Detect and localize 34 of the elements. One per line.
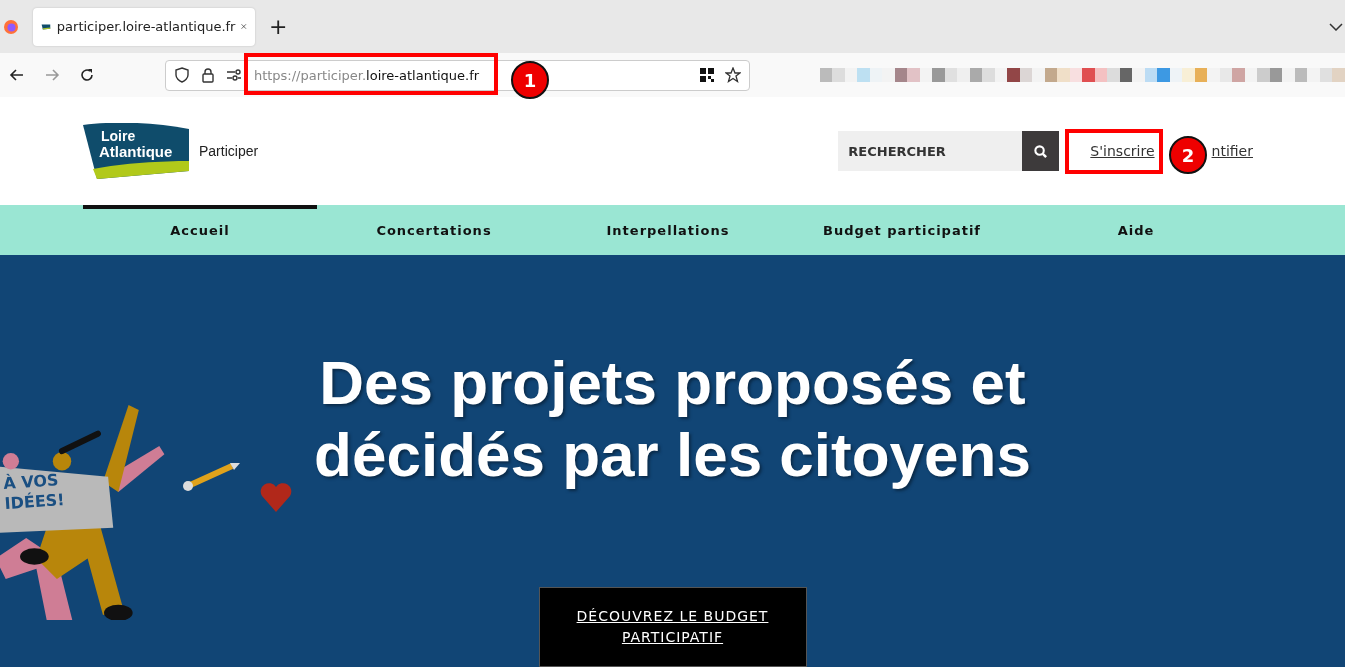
url-text: https://participer.loire-atlantique.fr	[253, 67, 480, 83]
back-arrow-icon[interactable]	[9, 67, 25, 83]
nav-tab[interactable]: Interpellations	[551, 205, 785, 255]
star-icon[interactable]	[725, 67, 741, 83]
search-field[interactable]: RECHERCHER	[838, 131, 1023, 171]
heart-icon	[260, 482, 292, 512]
search-icon	[1033, 143, 1049, 159]
step-number-badge: 2	[1169, 136, 1207, 174]
reload-icon[interactable]	[78, 67, 95, 83]
nav-tab[interactable]: Aide	[1019, 205, 1253, 255]
signup-link[interactable]: S'inscrire	[1090, 143, 1155, 159]
lock-icon[interactable]	[199, 67, 216, 83]
site-name: Participer	[199, 143, 259, 159]
qr-code-icon[interactable]	[699, 67, 715, 83]
budget-button[interactable]: DÉCOUVREZ LE BUDGET PARTICIPATIF	[538, 587, 807, 667]
logo-text: Atlantique	[99, 144, 173, 159]
site-logo[interactable]: Loire Atlantique	[83, 123, 191, 179]
banner-text: À VOS IDÉES!	[2, 469, 66, 515]
login-link[interactable]: ntifier	[1211, 143, 1253, 159]
browser-tab[interactable]: participer.loire-atlantique.fr	[33, 7, 255, 46]
hero-title: Des projets proposés et décidés par les citoyens	[314, 347, 1031, 491]
search-button[interactable]	[1022, 131, 1060, 171]
logo-shape-icon	[83, 123, 191, 179]
permissions-icon[interactable]	[225, 67, 242, 83]
new-tab-button[interactable]: +	[269, 14, 288, 39]
forward-arrow-icon[interactable]	[43, 67, 60, 83]
pencil-icon	[182, 462, 242, 492]
nav-tab[interactable]: Budget participatif	[785, 205, 1019, 255]
shield-icon[interactable]	[173, 67, 190, 83]
chevron-down-icon[interactable]	[1329, 22, 1343, 31]
logo-text: Loire	[101, 129, 136, 144]
browser-logo-icon[interactable]	[3, 18, 19, 35]
nav-tab[interactable]: Concertations	[317, 205, 551, 255]
close-icon[interactable]	[241, 22, 247, 31]
